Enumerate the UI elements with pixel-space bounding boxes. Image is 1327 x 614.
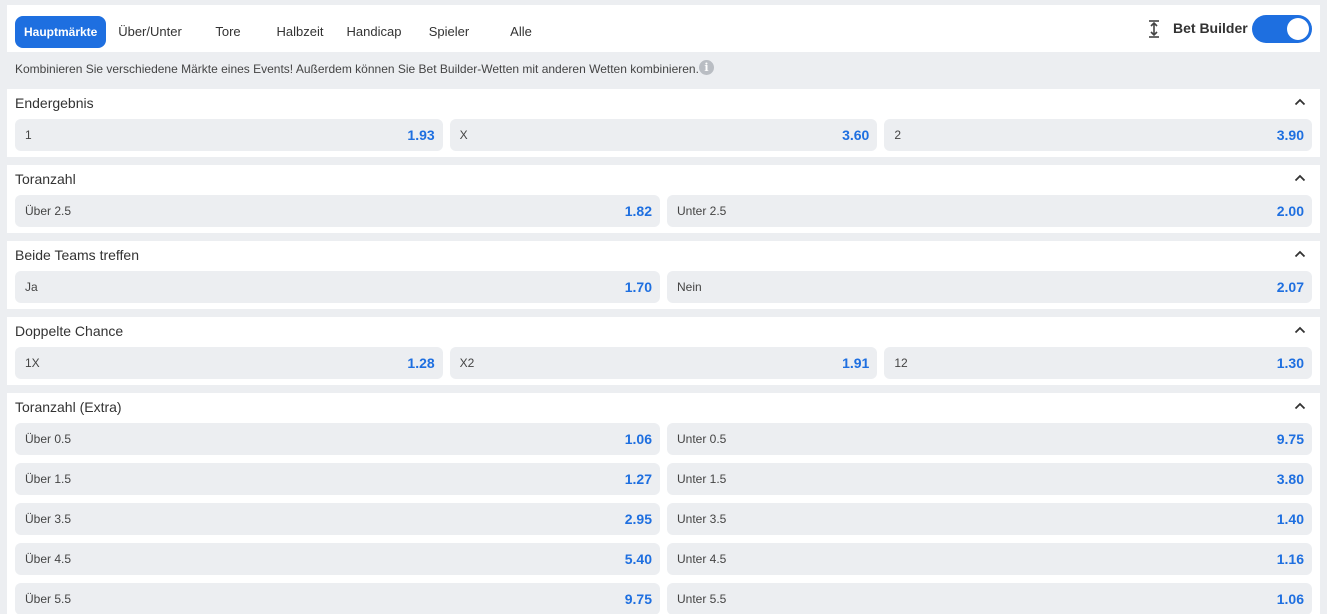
odds-label: Über 3.5	[25, 512, 72, 526]
odds-label: X	[459, 128, 468, 142]
odds-label: Unter 5.5	[677, 592, 727, 606]
odds-button[interactable]: Über 5.5 9.75	[15, 583, 660, 614]
market-title: Beide Teams treffen	[15, 247, 140, 263]
odds-button[interactable]: Ja 1.70	[15, 271, 660, 303]
odds-price: 9.75	[1276, 431, 1304, 447]
odds-price: 1.70	[624, 279, 652, 295]
odds-button[interactable]: 1X 1.28	[15, 347, 443, 379]
odds-label: 1X	[25, 356, 40, 370]
odds-price: 2.95	[624, 511, 652, 527]
odds-button[interactable]: Über 0.5 1.06	[15, 423, 660, 455]
odds-label: Unter 3.5	[677, 512, 727, 526]
info-icon[interactable]: i	[699, 60, 714, 75]
odds-price: 1.06	[1276, 591, 1304, 607]
tab-handicap[interactable]: Handicap	[347, 16, 402, 48]
odds-label: Unter 2.5	[677, 204, 727, 218]
odds-button[interactable]: Über 2.5 1.82	[15, 195, 660, 227]
tab-halbzeit[interactable]: Halbzeit	[277, 16, 324, 48]
chevron-up-icon[interactable]	[1294, 98, 1306, 106]
market-card: Endergebnis 1 1.93 X 3.60 2 3.90	[7, 89, 1320, 157]
odds-price: 3.60	[842, 127, 870, 143]
expand-vertical-icon	[1149, 20, 1159, 38]
odds-button[interactable]: 12 1.30	[884, 347, 1312, 379]
market-title: Doppelte Chance	[15, 323, 124, 339]
odds-button[interactable]: Unter 1.5 3.80	[667, 463, 1312, 495]
tab-ueber-unter[interactable]: Über/Unter	[118, 16, 182, 48]
market-card: Toranzahl (Extra) Über 0.5 1.06 Unter 0.5 9.…	[7, 393, 1320, 614]
bet-builder-info-text: Kombinieren Sie verschiedene Märkte eine…	[15, 62, 699, 76]
chevron-up-icon[interactable]	[1294, 250, 1306, 258]
market-tab-bar: Hauptmärkte Über/Unter Tore Halbzeit Han…	[7, 5, 1320, 52]
market-title: Endergebnis	[15, 95, 94, 111]
chevron-up-icon[interactable]	[1294, 174, 1306, 182]
odds-price: 2.00	[1276, 203, 1304, 219]
odds-label: Ja	[25, 280, 38, 294]
odds-button[interactable]: 2 3.90	[884, 119, 1312, 151]
odds-label: 1	[25, 128, 32, 142]
odds-label: Über 5.5	[25, 592, 72, 606]
odds-price: 1.27	[624, 471, 652, 487]
odds-label: X2	[459, 356, 475, 370]
odds-label: Unter 1.5	[677, 472, 727, 486]
toggle-knob	[1287, 18, 1309, 40]
odds-label: Nein	[677, 280, 702, 294]
bet-builder-toggle[interactable]	[1252, 15, 1312, 43]
odds-button[interactable]: Über 3.5 2.95	[15, 503, 660, 535]
tab-alle[interactable]: Alle	[510, 16, 532, 48]
tab-tore[interactable]: Tore	[215, 16, 240, 48]
odds-label: 2	[894, 128, 902, 142]
odds-button[interactable]: Nein 2.07	[667, 271, 1312, 303]
chevron-up-icon[interactable]	[1294, 326, 1306, 334]
tab-spieler[interactable]: Spieler	[429, 16, 469, 48]
bet-builder-label: Bet Builder	[1173, 20, 1248, 36]
odds-label: Über 2.5	[25, 204, 72, 218]
odds-label: 12	[894, 356, 908, 370]
tab-hauptmaerkte[interactable]: Hauptmärkte	[15, 16, 107, 48]
market-title: Toranzahl	[15, 171, 76, 187]
odds-price: 3.80	[1276, 471, 1304, 487]
odds-price: 1.91	[842, 355, 870, 371]
odds-button[interactable]: Unter 3.5 1.40	[667, 503, 1312, 535]
odds-label: Über 4.5	[25, 552, 72, 566]
market-card: Toranzahl Über 2.5 1.82 Unter 2.5 2.00	[7, 165, 1320, 233]
odds-price: 5.40	[624, 551, 652, 567]
odds-price: 2.07	[1276, 279, 1304, 295]
odds-label: Unter 0.5	[677, 432, 727, 446]
odds-price: 1.28	[407, 355, 435, 371]
odds-price: 1.82	[624, 203, 652, 219]
odds-button[interactable]: X 3.60	[449, 119, 878, 151]
odds-button[interactable]: Unter 4.5 1.16	[667, 543, 1312, 575]
odds-price: 1.06	[624, 431, 652, 447]
odds-label: Über 1.5	[25, 472, 72, 486]
odds-button[interactable]: X2 1.91	[449, 347, 878, 379]
odds-price: 3.90	[1276, 127, 1304, 143]
odds-price: 9.75	[624, 591, 652, 607]
page: Hauptmärkte Über/Unter Tore Halbzeit Han…	[0, 0, 1327, 614]
odds-price: 1.16	[1276, 551, 1304, 567]
market-title: Toranzahl (Extra)	[15, 399, 122, 415]
odds-button[interactable]: Unter 2.5 2.00	[667, 195, 1312, 227]
odds-price: 1.93	[407, 127, 435, 143]
odds-button[interactable]: Über 4.5 5.40	[15, 543, 660, 575]
market-card: Doppelte Chance 1X 1.28 X2 1.91 12 1.30	[7, 317, 1320, 385]
odds-label: Unter 4.5	[677, 552, 727, 566]
odds-price: 1.30	[1276, 355, 1304, 371]
odds-button[interactable]: Über 1.5 1.27	[15, 463, 660, 495]
odds-price: 1.40	[1276, 511, 1304, 527]
chevron-up-icon[interactable]	[1294, 402, 1306, 410]
odds-button[interactable]: 1 1.93	[15, 119, 443, 151]
market-card: Beide Teams treffen Ja 1.70 Nein 2.07	[7, 241, 1320, 309]
odds-label: Über 0.5	[25, 432, 72, 446]
odds-button[interactable]: Unter 0.5 9.75	[667, 423, 1312, 455]
odds-button[interactable]: Unter 5.5 1.06	[667, 583, 1312, 614]
